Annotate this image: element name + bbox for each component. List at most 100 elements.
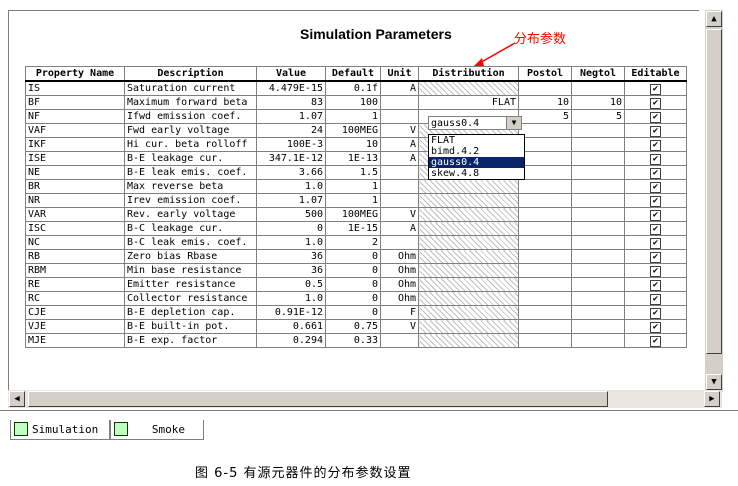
cell-negtol[interactable] <box>571 165 625 180</box>
editable-checkbox[interactable]: ✔ <box>650 321 661 333</box>
cell-negtol[interactable] <box>571 333 625 348</box>
cell-postol[interactable] <box>518 207 572 222</box>
column-header[interactable]: Unit <box>380 66 419 82</box>
cell-distribution[interactable] <box>418 221 519 236</box>
cell-negtol[interactable] <box>571 151 625 166</box>
cell-negtol[interactable] <box>571 263 625 278</box>
cell-negtol[interactable]: 5 <box>571 109 625 124</box>
horizontal-scrollbar[interactable]: ◀ ▶ <box>8 390 722 408</box>
tab-simulation[interactable]: Simulation <box>10 420 110 440</box>
cell-postol[interactable] <box>518 277 572 292</box>
cell-postol[interactable]: 10 <box>518 95 572 110</box>
editable-checkbox[interactable]: ✔ <box>650 139 661 151</box>
dropdown-option[interactable]: bimd.4.2 <box>429 146 524 157</box>
vertical-scrollbar[interactable]: ▲ ▼ <box>704 10 723 392</box>
cell-distribution[interactable] <box>418 235 519 250</box>
cell-negtol[interactable] <box>571 123 625 138</box>
cell-editable[interactable]: ✔ <box>624 193 687 208</box>
table-row[interactable]: ISE B-E leakage cur. 347.1E-12 1E-13 A ✔ <box>25 151 687 166</box>
editable-checkbox[interactable]: ✔ <box>650 251 661 263</box>
cell-editable[interactable]: ✔ <box>624 80 687 96</box>
cell-value[interactable]: 0.661 <box>256 319 326 334</box>
table-row[interactable]: ISC B-C leakage cur. 0 1E-15 A ✔ <box>25 221 687 236</box>
cell-value[interactable]: 347.1E-12 <box>256 151 326 166</box>
scroll-right-button[interactable]: ▶ <box>704 391 720 407</box>
editable-checkbox[interactable]: ✔ <box>650 153 661 165</box>
cell-value[interactable]: 0 <box>256 221 326 236</box>
table-row[interactable]: VAF Fwd early voltage 24 100MEG V ✔ <box>25 123 687 138</box>
table-row[interactable]: IS Saturation current 4.479E-15 0.1f A ✔ <box>25 80 687 96</box>
cell-negtol[interactable] <box>571 249 625 264</box>
cell-postol[interactable] <box>518 319 572 334</box>
editable-checkbox[interactable]: ✔ <box>650 223 661 235</box>
editable-checkbox[interactable]: ✔ <box>650 83 661 95</box>
cell-editable[interactable]: ✔ <box>624 109 687 124</box>
table-row[interactable]: RBM Min base resistance 36 0 Ohm ✔ <box>25 263 687 278</box>
editable-checkbox[interactable]: ✔ <box>650 209 661 221</box>
table-row[interactable]: RC Collector resistance 1.0 0 Ohm ✔ <box>25 291 687 306</box>
cell-value[interactable]: 100E-3 <box>256 137 326 152</box>
cell-negtol[interactable] <box>571 235 625 250</box>
cell-distribution[interactable] <box>418 179 519 194</box>
editable-checkbox[interactable]: ✔ <box>650 181 661 193</box>
column-header[interactable]: Editable <box>624 66 687 82</box>
cell-distribution[interactable] <box>418 305 519 320</box>
cell-editable[interactable]: ✔ <box>624 95 687 110</box>
scroll-left-button[interactable]: ◀ <box>9 391 25 407</box>
editable-checkbox[interactable]: ✔ <box>650 97 661 109</box>
cell-postol[interactable] <box>518 305 572 320</box>
cell-postol[interactable] <box>518 263 572 278</box>
cell-editable[interactable]: ✔ <box>624 319 687 334</box>
dropdown-option[interactable]: FLAT <box>429 135 524 146</box>
cell-editable[interactable]: ✔ <box>624 305 687 320</box>
cell-value[interactable]: 24 <box>256 123 326 138</box>
table-row[interactable]: RE Emitter resistance 0.5 0 Ohm ✔ <box>25 277 687 292</box>
column-header[interactable]: Description <box>124 66 257 82</box>
cell-postol[interactable] <box>518 235 572 250</box>
editable-checkbox[interactable]: ✔ <box>650 125 661 137</box>
cell-distribution[interactable] <box>418 333 519 348</box>
cell-negtol[interactable] <box>571 277 625 292</box>
scroll-up-button[interactable]: ▲ <box>706 11 722 27</box>
cell-editable[interactable]: ✔ <box>624 235 687 250</box>
cell-distribution[interactable] <box>418 207 519 222</box>
dropdown-option[interactable]: skew.4.8 <box>429 168 524 179</box>
cell-postol[interactable]: 5 <box>518 109 572 124</box>
editable-checkbox[interactable]: ✔ <box>650 279 661 291</box>
column-header[interactable]: Distribution <box>418 66 519 82</box>
cell-postol[interactable] <box>518 165 572 180</box>
table-row[interactable]: VAR Rev. early voltage 500 100MEG V ✔ <box>25 207 687 222</box>
cell-postol[interactable] <box>518 151 572 166</box>
vertical-scroll-thumb[interactable] <box>706 29 722 354</box>
cell-value[interactable]: 1.0 <box>256 235 326 250</box>
cell-value[interactable]: 36 <box>256 249 326 264</box>
cell-editable[interactable]: ✔ <box>624 179 687 194</box>
column-header[interactable]: Value <box>256 66 326 82</box>
cell-value[interactable]: 500 <box>256 207 326 222</box>
cell-value[interactable]: 83 <box>256 95 326 110</box>
cell-distribution[interactable] <box>418 249 519 264</box>
table-row[interactable]: BR Max reverse beta 1.0 1 ✔ <box>25 179 687 194</box>
cell-postol[interactable] <box>518 249 572 264</box>
table-row[interactable]: NR Irev emission coef. 1.07 1 ✔ <box>25 193 687 208</box>
cell-postol[interactable] <box>518 137 572 152</box>
cell-value[interactable]: 0.5 <box>256 277 326 292</box>
cell-editable[interactable]: ✔ <box>624 123 687 138</box>
cell-editable[interactable]: ✔ <box>624 151 687 166</box>
cell-value[interactable]: 1.07 <box>256 109 326 124</box>
editable-checkbox[interactable]: ✔ <box>650 237 661 249</box>
cell-negtol[interactable] <box>571 305 625 320</box>
dropdown-option[interactable]: gauss0.4 <box>429 157 524 168</box>
cell-editable[interactable]: ✔ <box>624 263 687 278</box>
cell-distribution[interactable] <box>418 263 519 278</box>
distribution-dropdown-list[interactable]: FLAT bimd.4.2 gauss0.4 skew.4.8 <box>428 134 525 180</box>
cell-negtol[interactable] <box>571 80 625 96</box>
cell-value[interactable]: 4.479E-15 <box>256 80 326 96</box>
cell-negtol[interactable] <box>571 207 625 222</box>
tab-smoke[interactable]: Smoke <box>110 420 204 440</box>
cell-value[interactable]: 0.294 <box>256 333 326 348</box>
cell-value[interactable]: 1.07 <box>256 193 326 208</box>
cell-value[interactable]: 1.0 <box>256 291 326 306</box>
cell-value[interactable]: 0.91E-12 <box>256 305 326 320</box>
table-row[interactable]: NF Ifwd emission coef. 1.07 1 5 5 ✔ <box>25 109 687 124</box>
